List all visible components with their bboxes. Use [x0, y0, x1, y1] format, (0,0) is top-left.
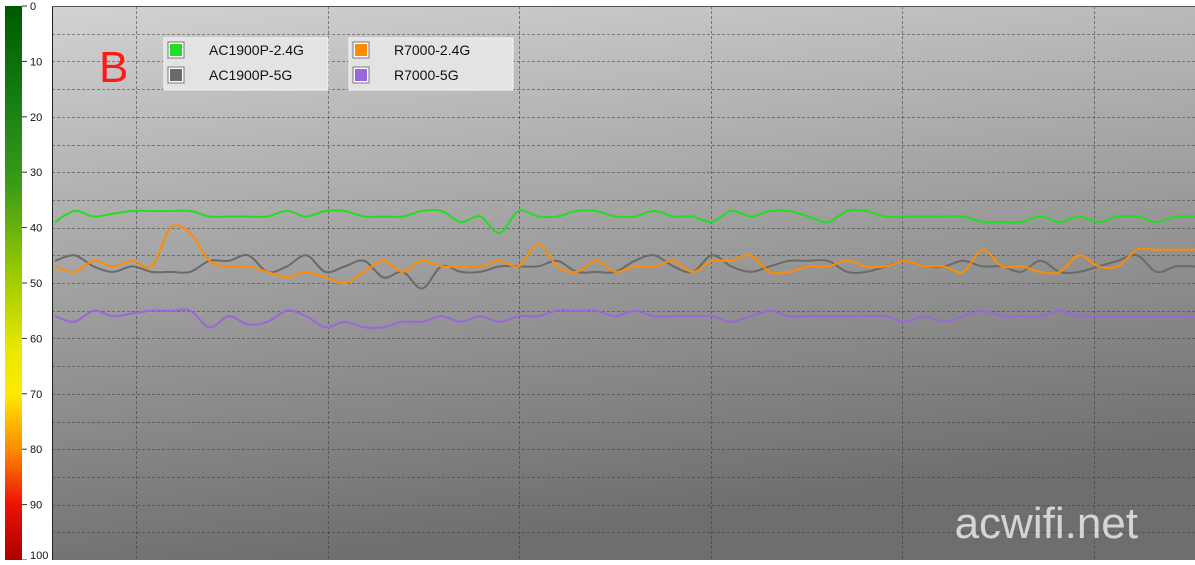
y-tick-label: 10	[30, 56, 42, 68]
chart-canvas: 0 10 20 30 40 50 60 70 80 90 100 AC1900P-2.4G AC19…	[5, 1, 1195, 562]
legend-label: R7000-5G	[394, 67, 459, 83]
signal-scale-bar	[5, 6, 22, 560]
y-tick-label: 70	[30, 389, 42, 401]
legend-swatch-fill	[355, 69, 367, 81]
y-tick-label: 50	[30, 278, 42, 290]
y-tick-label: 0	[30, 1, 36, 13]
legend-label: AC1900P-2.4G	[209, 42, 304, 58]
y-tick-label: 100	[30, 550, 48, 560]
watermark: acwifi.net	[955, 499, 1138, 548]
legend-swatch-fill	[355, 44, 367, 56]
legend-swatch-fill	[170, 69, 182, 81]
y-tick-label: 40	[30, 223, 42, 235]
panel-letter: B	[99, 43, 128, 92]
legend-label: R7000-2.4G	[394, 42, 470, 58]
y-tick-label: 60	[30, 333, 42, 345]
y-tick-label: 80	[30, 444, 42, 456]
y-tick-label: 90	[30, 500, 42, 512]
legend-swatch-fill	[170, 44, 182, 56]
legend-label: AC1900P-5G	[209, 67, 292, 83]
signal-strength-chart: 0 10 20 30 40 50 60 70 80 90 100 AC1900P-2.4G AC19…	[0, 0, 1195, 562]
y-tick-label: 20	[30, 112, 42, 124]
y-tick-label: 30	[30, 167, 42, 179]
y-axis-ticks: 0 10 20 30 40 50 60 70 80 90 100	[22, 1, 48, 562]
